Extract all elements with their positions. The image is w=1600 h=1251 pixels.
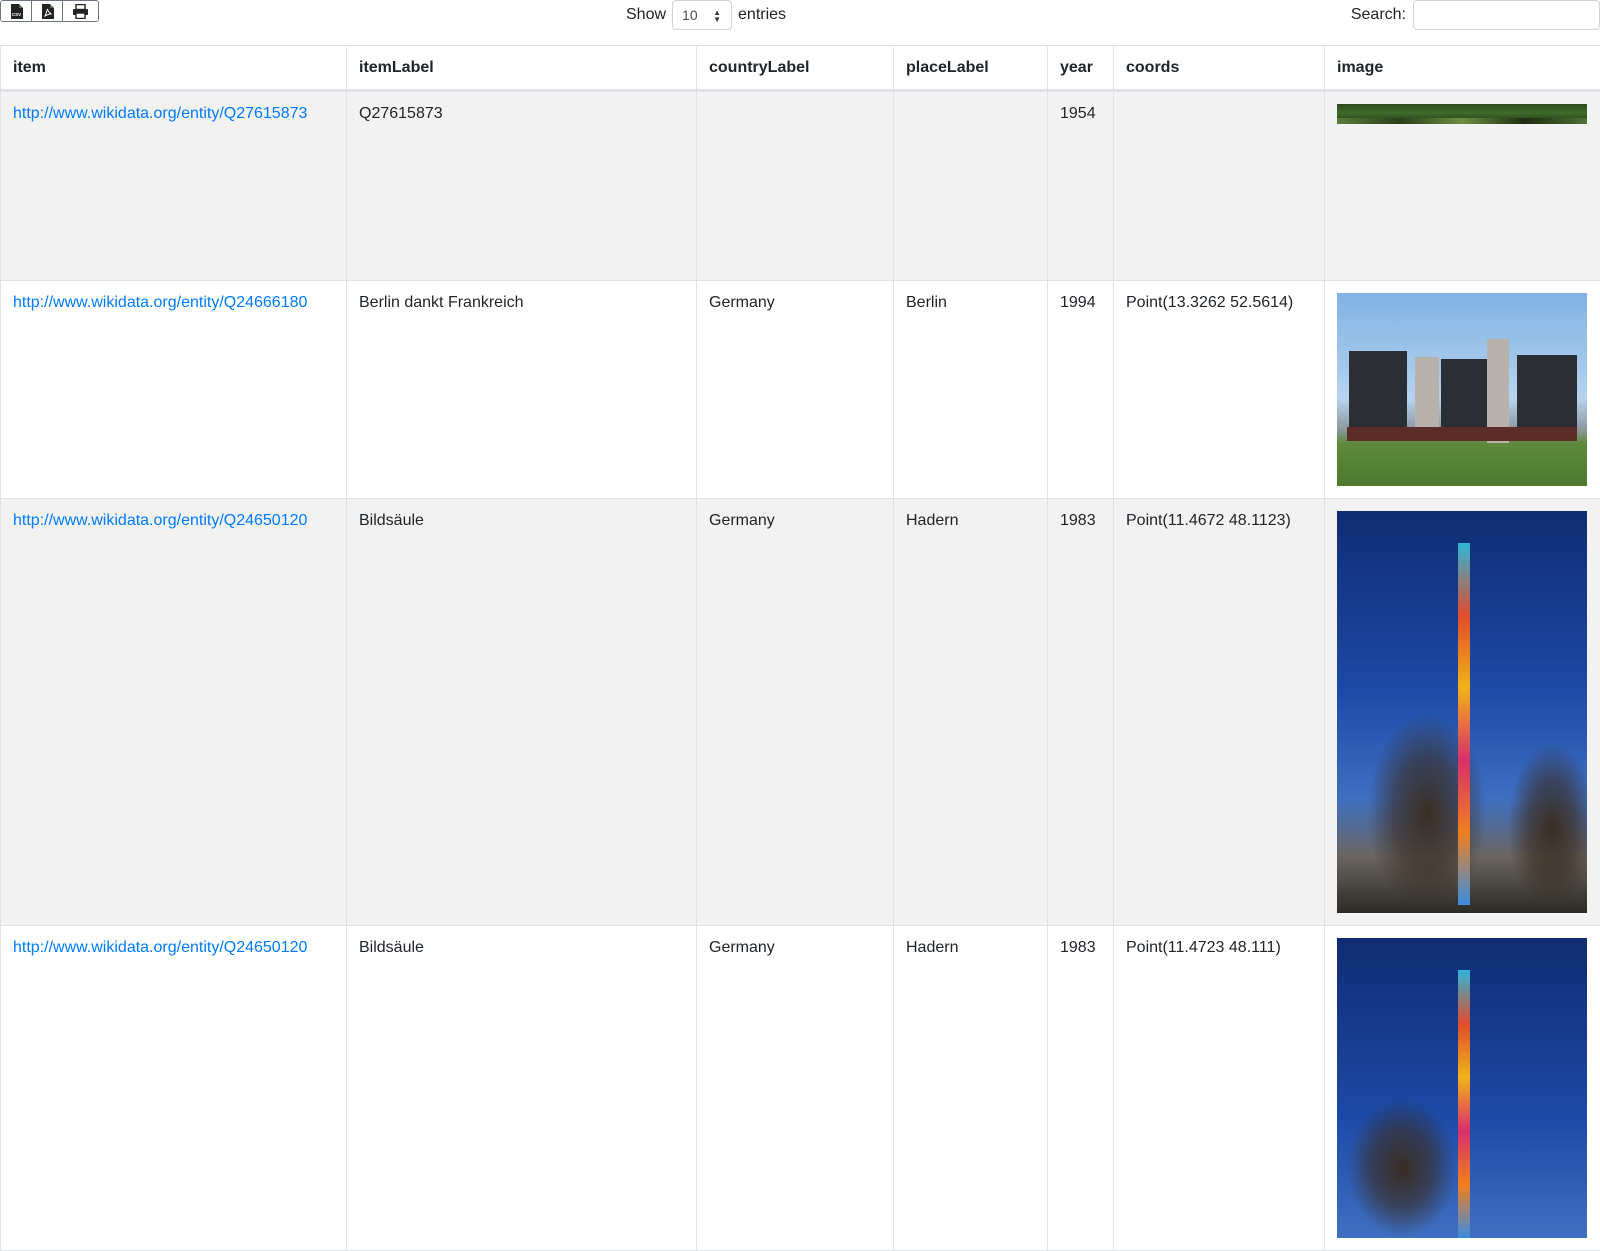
column-header-year[interactable]: year <box>1048 46 1114 91</box>
tree-shape <box>1347 1098 1457 1238</box>
cell-item: http://www.wikidata.org/entity/Q24650120 <box>1 499 347 926</box>
cell-image <box>1325 499 1600 926</box>
svg-text:CSV: CSV <box>11 12 20 17</box>
cell-item: http://www.wikidata.org/entity/Q24666180 <box>1 281 347 499</box>
column-header-itemlabel[interactable]: itemLabel <box>347 46 697 91</box>
column-header-item[interactable]: item <box>1 46 347 91</box>
column-photo <box>1337 511 1587 913</box>
cell-year: 1983 <box>1048 926 1114 1251</box>
search-label: Search: <box>1351 6 1406 24</box>
item-link[interactable]: http://www.wikidata.org/entity/Q24650120 <box>13 512 307 529</box>
item-link[interactable]: http://www.wikidata.org/entity/Q27615873 <box>13 105 307 122</box>
forest-photo <box>1337 104 1587 124</box>
item-link[interactable]: http://www.wikidata.org/entity/Q24650120 <box>13 939 307 956</box>
length-show-label: Show <box>626 6 666 24</box>
cell-placelabel <box>894 91 1048 281</box>
page-length-value: 10 <box>682 7 698 23</box>
cell-coords: Point(11.4723 48.111) <box>1114 926 1325 1251</box>
search-input[interactable] <box>1413 0 1600 30</box>
table-header-row: item itemLabel countryLabel placeLabel y… <box>1 46 1600 91</box>
cell-countrylabel: Germany <box>697 499 894 926</box>
page-length-select[interactable]: 10 ▲▼ <box>672 0 732 30</box>
table-row: http://www.wikidata.org/entity/Q27615873… <box>1 91 1600 281</box>
monument-slab <box>1441 359 1493 429</box>
results-table: item itemLabel countryLabel placeLabel y… <box>0 45 1600 1251</box>
monument-slab <box>1517 355 1577 433</box>
monument-slab <box>1349 351 1407 427</box>
cell-itemlabel: Q27615873 <box>347 91 697 281</box>
cell-coords: Point(11.4672 48.1123) <box>1114 499 1325 926</box>
glass-column <box>1458 543 1470 905</box>
cell-year: 1954 <box>1048 91 1114 281</box>
column-header-image[interactable]: image <box>1325 46 1600 91</box>
cell-itemlabel: Bildsäule <box>347 499 697 926</box>
table-row: http://www.wikidata.org/entity/Q24650120… <box>1 499 1600 926</box>
cell-countrylabel: Germany <box>697 281 894 499</box>
select-arrows-icon: ▲▼ <box>713 9 721 23</box>
cell-itemlabel: Bildsäule <box>347 926 697 1251</box>
length-entries-label: entries <box>738 6 786 24</box>
table-row: http://www.wikidata.org/entity/Q24666180… <box>1 281 1600 499</box>
monument-base <box>1347 427 1577 441</box>
length-control: Show 10 ▲▼ entries <box>626 0 786 30</box>
export-buttons: CSV <box>0 0 99 22</box>
column-header-countrylabel[interactable]: countryLabel <box>697 46 894 91</box>
search-control: Search: <box>1351 0 1600 30</box>
cell-countrylabel <box>697 91 894 281</box>
pdf-icon <box>41 4 54 19</box>
glass-column <box>1458 970 1470 1238</box>
cell-placelabel: Hadern <box>894 499 1048 926</box>
cell-year: 1983 <box>1048 499 1114 926</box>
monument-slab <box>1415 357 1439 427</box>
cell-placelabel: Hadern <box>894 926 1048 1251</box>
item-link[interactable]: http://www.wikidata.org/entity/Q24666180 <box>13 294 307 311</box>
column-photo <box>1337 938 1587 1238</box>
table-row: http://www.wikidata.org/entity/Q24650120… <box>1 926 1600 1251</box>
column-header-placelabel[interactable]: placeLabel <box>894 46 1048 91</box>
cell-countrylabel: Germany <box>697 926 894 1251</box>
cell-item: http://www.wikidata.org/entity/Q24650120 <box>1 926 347 1251</box>
csv-export-button[interactable]: CSV <box>1 1 32 21</box>
cell-image <box>1325 926 1600 1251</box>
cell-coords <box>1114 91 1325 281</box>
csv-icon: CSV <box>10 4 23 19</box>
print-button[interactable] <box>63 1 98 21</box>
print-icon <box>72 4 89 19</box>
cell-year: 1994 <box>1048 281 1114 499</box>
tree-shape <box>1507 743 1587 913</box>
monument-photo <box>1337 293 1587 486</box>
cell-item: http://www.wikidata.org/entity/Q27615873 <box>1 91 347 281</box>
cell-placelabel: Berlin <box>894 281 1048 499</box>
cell-itemlabel: Berlin dankt Frankreich <box>347 281 697 499</box>
cell-coords: Point(13.3262 52.5614) <box>1114 281 1325 499</box>
cell-image <box>1325 91 1600 281</box>
pdf-export-button[interactable] <box>32 1 63 21</box>
cell-image <box>1325 281 1600 499</box>
column-header-coords[interactable]: coords <box>1114 46 1325 91</box>
